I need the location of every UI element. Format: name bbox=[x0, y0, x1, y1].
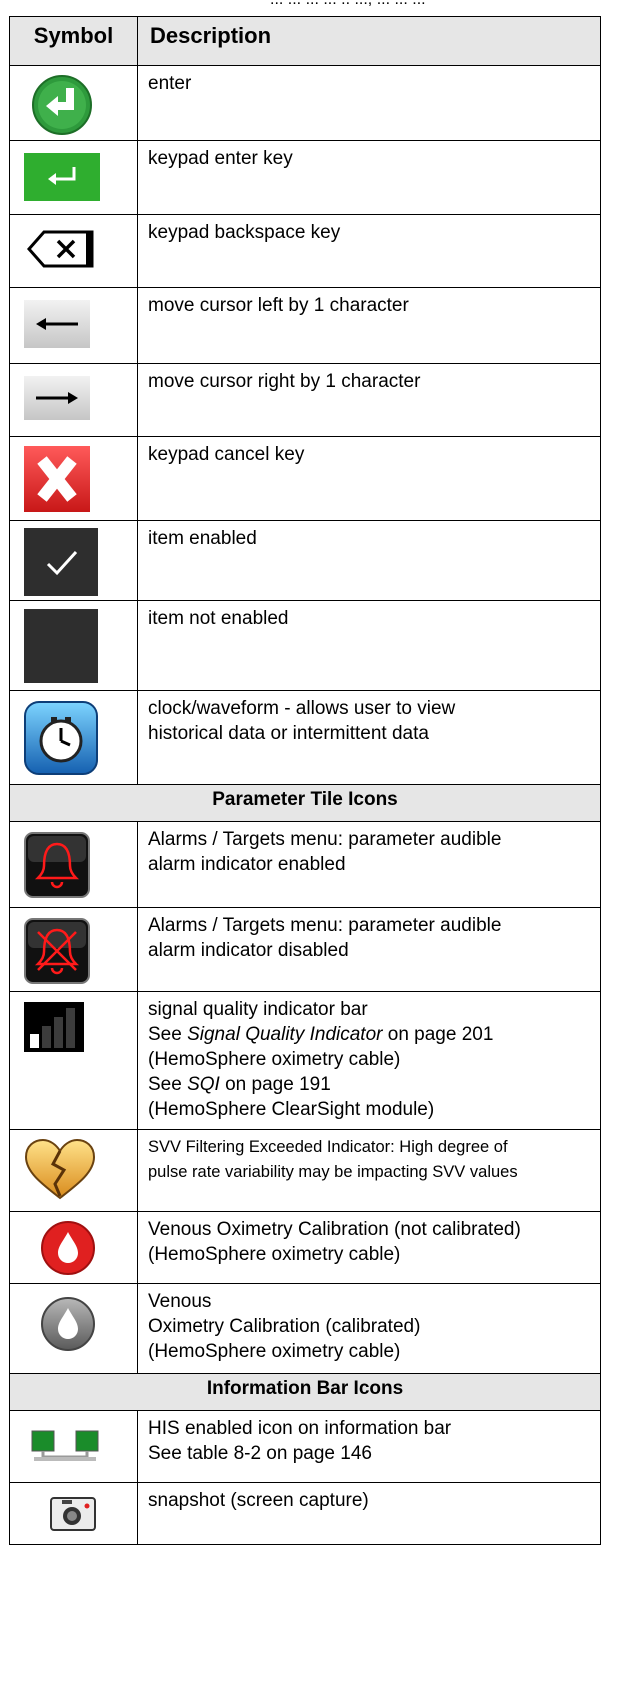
desc-keypad-enter: keypad enter key bbox=[137, 140, 601, 215]
desc-svv-line2: pulse rate variability may be impacting … bbox=[148, 1163, 518, 1181]
table-header-row: Symbol Description bbox=[9, 16, 601, 66]
desc-cursor-left: move cursor left by 1 character bbox=[137, 287, 601, 364]
table-row: enter bbox=[9, 65, 601, 141]
arrow-right-icon bbox=[24, 376, 90, 420]
table-row: keypad enter key bbox=[9, 140, 601, 215]
desc-vo-cal-line2: Oximetry Calibration (calibrated) bbox=[148, 1316, 421, 1337]
table-row: Alarms / Targets menu: parameter audible… bbox=[9, 821, 601, 908]
table-row: clock/waveform - allows user to view his… bbox=[9, 690, 601, 785]
desc-vo-not-cal-line1: Venous Oximetry Calibration (not calibra… bbox=[148, 1219, 521, 1240]
section-row-info: Information Bar Icons bbox=[9, 1373, 601, 1411]
table-row: Venous Oximetry Calibration (calibrated)… bbox=[9, 1283, 601, 1374]
signal-bars-icon bbox=[24, 1002, 84, 1052]
table-row: item enabled bbox=[9, 520, 601, 601]
table-row: signal quality indicator bar See Signal … bbox=[9, 991, 601, 1130]
desc-sqi-line4: See SQI on page 191 bbox=[148, 1074, 331, 1095]
desc-his-line1: HIS enabled icon on information bar bbox=[148, 1418, 452, 1439]
desc-sqi-line2: See Signal Quality Indicator on page 201 bbox=[148, 1024, 494, 1045]
table-row: Venous Oximetry Calibration (not calibra… bbox=[9, 1211, 601, 1284]
desc-sqi-line3: (HemoSphere oximetry cable) bbox=[148, 1049, 401, 1070]
broken-heart-icon bbox=[24, 1138, 96, 1200]
clock-waveform-icon bbox=[24, 701, 98, 775]
checkbox-checked-icon bbox=[24, 528, 98, 596]
desc-sqi-line1: signal quality indicator bar bbox=[148, 999, 368, 1020]
desc-clock-line2: historical data or intermittent data bbox=[148, 723, 429, 744]
table-row: SVV Filtering Exceeded Indicator: High d… bbox=[9, 1129, 601, 1212]
table-row: keypad backspace key bbox=[9, 214, 601, 288]
desc-item-not-enabled: item not enabled bbox=[137, 600, 601, 691]
page-header-fragment: ... ... ... ... .. ..., ... ... ... bbox=[0, 0, 644, 12]
table-row: snapshot (screen capture) bbox=[9, 1482, 601, 1545]
camera-icon bbox=[50, 1497, 96, 1531]
arrow-left-icon bbox=[24, 300, 90, 348]
symbol-table: Symbol Description enter keypad enter ke… bbox=[9, 16, 601, 1545]
desc-clock-line1: clock/waveform - allows user to view bbox=[148, 698, 456, 719]
desc-his-line2: See table 8-2 on page 146 bbox=[148, 1443, 372, 1464]
desc-vo-cal-line3: (HemoSphere oximetry cable) bbox=[148, 1341, 401, 1362]
table-row: keypad cancel key bbox=[9, 436, 601, 521]
desc-backspace: keypad backspace key bbox=[137, 214, 601, 288]
enter-circle-icon bbox=[32, 75, 92, 135]
checkbox-empty-icon bbox=[24, 609, 98, 683]
cancel-x-icon bbox=[24, 446, 90, 512]
desc-cursor-right: move cursor right by 1 character bbox=[137, 363, 601, 437]
table-row: Alarms / Targets menu: parameter audible… bbox=[9, 907, 601, 992]
desc-alarm-off-line2: alarm indicator disabled bbox=[148, 940, 349, 961]
desc-item-enabled: item enabled bbox=[137, 520, 601, 601]
desc-snapshot: snapshot (screen capture) bbox=[137, 1482, 601, 1545]
drop-gray-icon bbox=[41, 1297, 95, 1351]
backspace-icon bbox=[26, 230, 94, 268]
desc-vo-cal-line1: Venous bbox=[148, 1291, 212, 1312]
desc-enter: enter bbox=[137, 65, 601, 141]
desc-alarm-on-line2: alarm indicator enabled bbox=[148, 854, 346, 875]
keypad-enter-icon bbox=[24, 153, 100, 201]
table-row: item not enabled bbox=[9, 600, 601, 691]
bell-muted-icon bbox=[24, 918, 90, 984]
desc-sqi-line5: (HemoSphere ClearSight module) bbox=[148, 1099, 435, 1120]
table-row: move cursor right by 1 character bbox=[9, 363, 601, 437]
desc-vo-not-cal-line2: (HemoSphere oximetry cable) bbox=[148, 1244, 401, 1265]
drop-red-icon bbox=[41, 1221, 95, 1275]
desc-cancel: keypad cancel key bbox=[137, 436, 601, 521]
table-row: move cursor left by 1 character bbox=[9, 287, 601, 364]
col-symbol-header: Symbol bbox=[9, 16, 138, 66]
section-title-parameter: Parameter Tile Icons bbox=[9, 784, 601, 822]
section-title-info: Information Bar Icons bbox=[9, 1373, 601, 1411]
desc-alarm-on-line1: Alarms / Targets menu: parameter audible bbox=[148, 829, 502, 850]
his-monitors-icon bbox=[31, 1430, 99, 1461]
bell-icon bbox=[24, 832, 90, 898]
col-description-header: Description bbox=[137, 16, 601, 66]
desc-alarm-off-line1: Alarms / Targets menu: parameter audible bbox=[148, 915, 502, 936]
table-row: HIS enabled icon on information bar See … bbox=[9, 1410, 601, 1483]
section-row-parameter: Parameter Tile Icons bbox=[9, 784, 601, 822]
desc-svv-line1: SVV Filtering Exceeded Indicator: High d… bbox=[148, 1138, 508, 1156]
